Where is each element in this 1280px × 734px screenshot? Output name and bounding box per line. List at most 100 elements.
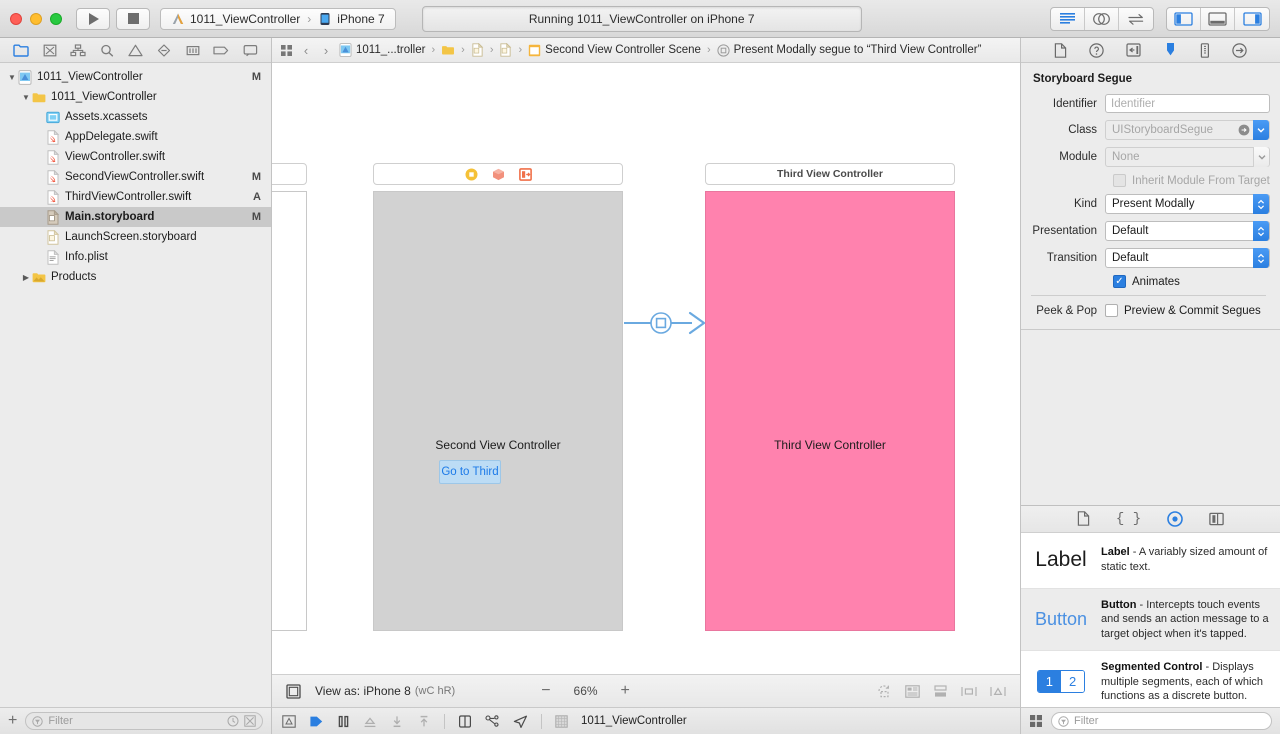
report-navigator-icon[interactable]: [239, 41, 261, 59]
disclosure-triangle-right-icon[interactable]: ▶: [20, 273, 32, 282]
issue-badge-icon[interactable]: [282, 714, 296, 728]
module-field[interactable]: None: [1105, 147, 1270, 167]
library-item-button[interactable]: Button Button - Intercepts touch events …: [1021, 588, 1280, 652]
nav-row-main-storyboard[interactable]: ▶ Main.storyboard M: [0, 207, 271, 227]
step-into-icon[interactable]: [390, 715, 404, 728]
step-out-icon[interactable]: [417, 715, 431, 728]
debug-navigator-icon[interactable]: [182, 41, 204, 59]
continue-execution-icon[interactable]: [309, 715, 324, 728]
source-control-filter-icon[interactable]: [244, 715, 256, 727]
step-over-icon[interactable]: [363, 715, 377, 728]
presentation-popup[interactable]: Default: [1105, 221, 1270, 241]
device-preview-icon[interactable]: [286, 683, 301, 699]
project-navigator-list[interactable]: ▼ 1011_ViewController M ▼ 1011_ViewContr…: [0, 63, 271, 707]
toggle-navigator-button[interactable]: [1167, 7, 1201, 30]
file-inspector-icon[interactable]: [1054, 42, 1067, 58]
recent-files-filter-icon[interactable]: [227, 715, 239, 727]
scheme-selector[interactable]: 1011_ViewController › iPhone 7: [160, 7, 396, 30]
preview-commit-segues-checkbox[interactable]: [1105, 304, 1118, 317]
breakpoint-navigator-icon[interactable]: [210, 41, 232, 59]
media-library-icon[interactable]: [1209, 512, 1224, 526]
embed-in-icon[interactable]: [905, 684, 920, 698]
view-controller-dock-icon[interactable]: [465, 168, 478, 181]
view-controller-second[interactable]: Second View Controller Go to Third: [373, 191, 623, 631]
scene-dock-second[interactable]: [373, 163, 623, 185]
debug-view-hierarchy-icon[interactable]: [458, 714, 472, 728]
module-dropdown-button[interactable]: [1253, 147, 1269, 167]
nav-row-products[interactable]: ▶ Products: [0, 267, 271, 287]
first-responder-dock-icon[interactable]: [492, 168, 505, 181]
navigator-filter-field[interactable]: Filter: [25, 712, 263, 730]
assistant-editor-button[interactable]: [1085, 7, 1119, 30]
breadcrumb-project[interactable]: 1011_...troller: [339, 43, 425, 57]
presentation-popup-arrows[interactable]: [1253, 221, 1269, 241]
object-library-list[interactable]: Label Label - A variably sized amount of…: [1021, 532, 1280, 707]
nav-row-secondviewcontroller[interactable]: ▶ SecondViewController.swift M: [0, 167, 271, 187]
attributes-inspector-icon[interactable]: [1163, 42, 1178, 58]
update-frames-icon[interactable]: [877, 684, 892, 698]
forward-button[interactable]: ›: [319, 43, 333, 58]
class-field[interactable]: UIStoryboardSegue: [1105, 120, 1270, 140]
view-controller-third[interactable]: Third View Controller: [705, 191, 955, 631]
pin-icon[interactable]: [961, 685, 977, 698]
toggle-utilities-button[interactable]: [1235, 8, 1269, 30]
nav-row-infoplist[interactable]: ▶ Info.plist: [0, 247, 271, 267]
quick-help-inspector-icon[interactable]: [1089, 42, 1104, 58]
go-to-third-button[interactable]: Go to Third: [439, 460, 501, 484]
library-layout-toggle-icon[interactable]: [1029, 714, 1043, 728]
second-vc-label[interactable]: Second View Controller: [374, 438, 622, 452]
stop-button[interactable]: [116, 7, 150, 30]
identity-inspector-icon[interactable]: [1126, 43, 1141, 57]
view-controller-first[interactable]: [272, 191, 307, 631]
pause-icon[interactable]: [337, 715, 350, 728]
zoom-in-button[interactable]: +: [621, 683, 630, 699]
connections-inspector-icon[interactable]: [1232, 42, 1247, 58]
third-vc-label[interactable]: Third View Controller: [706, 438, 954, 452]
zoom-window-button[interactable]: [50, 12, 62, 25]
scene-dock-first[interactable]: [272, 163, 307, 185]
source-control-navigator-icon[interactable]: [39, 41, 61, 59]
project-navigator-icon[interactable]: [10, 41, 32, 59]
breadcrumb-segue[interactable]: Present Modally segue to “Third View Con…: [717, 43, 981, 57]
debug-memory-graph-icon[interactable]: [485, 714, 500, 728]
version-editor-button[interactable]: [1119, 8, 1153, 30]
segue-connection[interactable]: [624, 306, 708, 340]
related-items-icon[interactable]: [280, 44, 293, 57]
breadcrumb-storyboard-file[interactable]: [471, 43, 484, 57]
kind-popup[interactable]: Present Modally: [1105, 194, 1270, 214]
kind-popup-arrows[interactable]: [1253, 194, 1269, 214]
find-navigator-icon[interactable]: [96, 41, 118, 59]
standard-editor-button[interactable]: [1051, 7, 1085, 30]
back-button[interactable]: ‹: [299, 43, 313, 58]
nav-row-appdelegate[interactable]: ▶ AppDelegate.swift: [0, 127, 271, 147]
storyboard-canvas[interactable]: Second View Controller Go to Third Third…: [272, 63, 1020, 674]
transition-popup-arrows[interactable]: [1253, 248, 1269, 268]
symbol-navigator-icon[interactable]: [67, 41, 89, 59]
nav-row-project[interactable]: ▼ 1011_ViewController M: [0, 67, 271, 87]
nav-row-thirdviewcontroller[interactable]: ▶ ThirdViewController.swift A: [0, 187, 271, 207]
size-inspector-icon[interactable]: [1200, 42, 1210, 58]
nav-row-viewcontroller[interactable]: ▶ ViewController.swift: [0, 147, 271, 167]
library-filter-field[interactable]: Filter: [1051, 712, 1272, 730]
add-file-button[interactable]: +: [8, 713, 17, 729]
align-icon[interactable]: [933, 684, 948, 698]
location-simulate-icon[interactable]: [513, 715, 528, 728]
transition-popup[interactable]: Default: [1105, 248, 1270, 268]
disclosure-triangle-down-icon[interactable]: ▼: [20, 93, 32, 102]
identifier-field[interactable]: Identifier: [1105, 94, 1270, 113]
animates-checkbox[interactable]: ✓: [1113, 275, 1126, 288]
breadcrumb-storyboard-doc[interactable]: [499, 43, 512, 57]
file-template-library-icon[interactable]: [1077, 511, 1090, 526]
object-library-icon[interactable]: [1167, 510, 1183, 527]
breadcrumb-scene[interactable]: Second View Controller Scene: [528, 44, 701, 57]
minimize-window-button[interactable]: [30, 12, 42, 25]
test-navigator-icon[interactable]: [153, 41, 175, 59]
view-as-label[interactable]: View as: iPhone 8: [315, 684, 411, 698]
nav-row-assets[interactable]: ▶ Assets.xcassets: [0, 107, 271, 127]
resolve-auto-layout-icon[interactable]: [990, 685, 1006, 698]
zoom-out-button[interactable]: −: [541, 683, 550, 699]
issue-navigator-icon[interactable]: [125, 41, 147, 59]
toggle-debug-area-button[interactable]: [1201, 7, 1235, 30]
nav-row-group[interactable]: ▼ 1011_ViewController: [0, 87, 271, 107]
breadcrumb-folder[interactable]: [441, 43, 455, 57]
